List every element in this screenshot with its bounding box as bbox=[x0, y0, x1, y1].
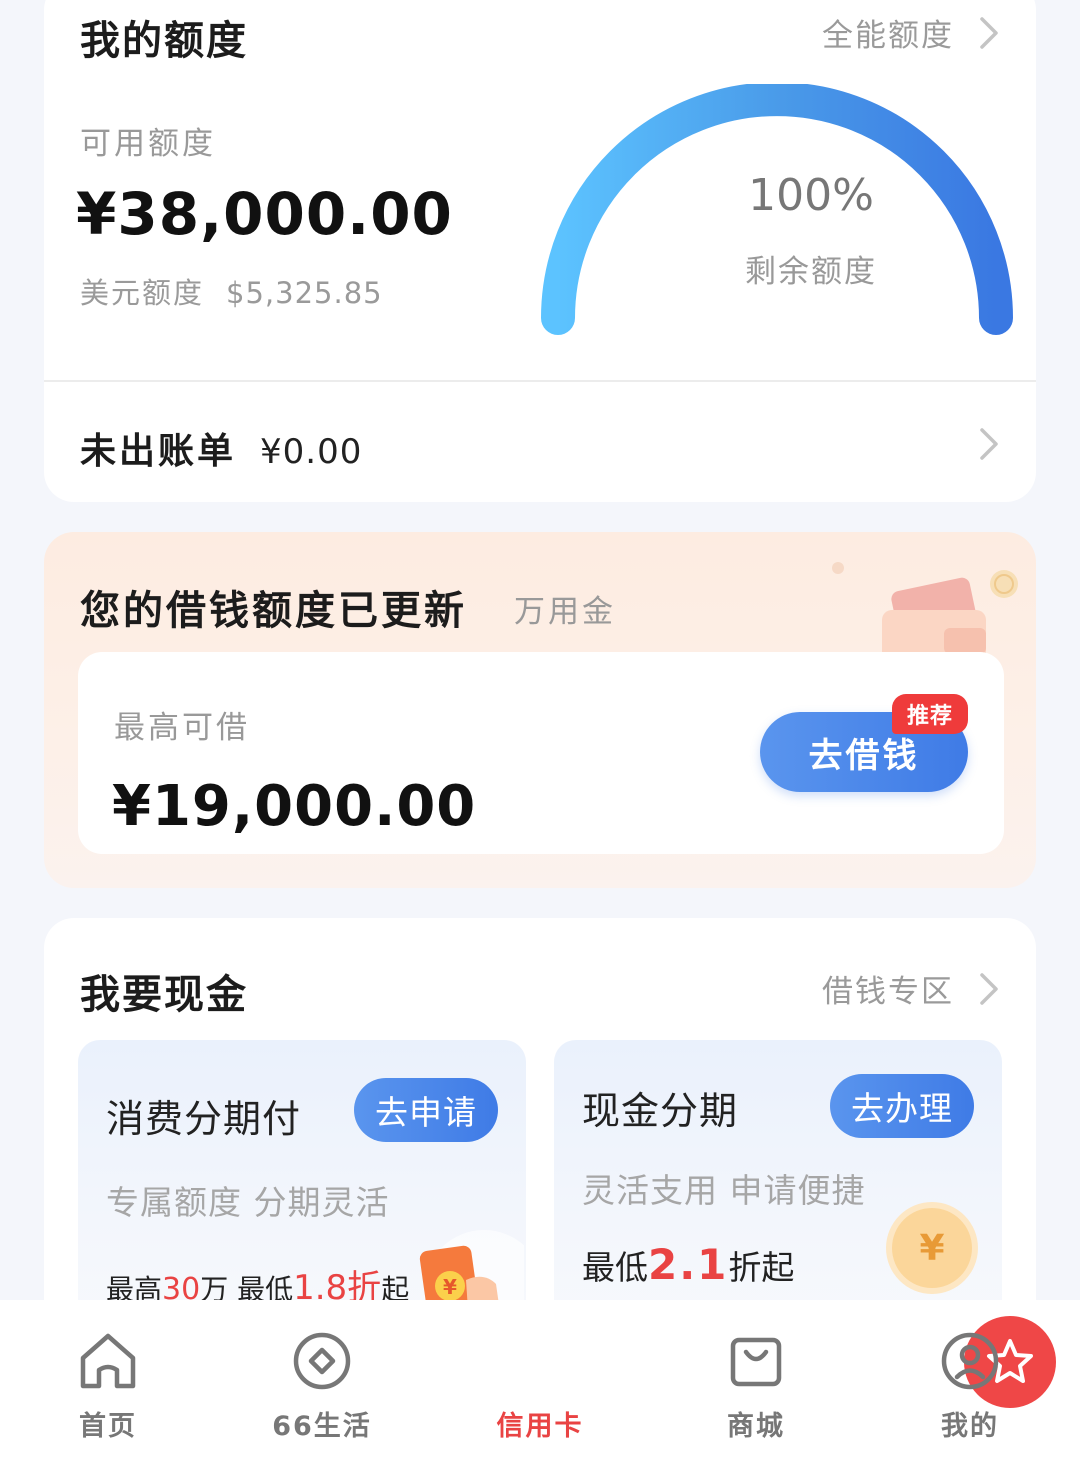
rate-min-discount: 2.1 bbox=[648, 1240, 729, 1289]
max-borrow-label: 最高可借 bbox=[114, 710, 250, 746]
profile-icon bbox=[941, 1332, 999, 1390]
tab-label: 首页 bbox=[79, 1411, 137, 1442]
coin-symbol: ¥ bbox=[919, 1227, 945, 1269]
installment-pay-tile[interactable]: 消费分期付 去申请 专属额度 分期灵活 最高30万 最低1.8折起 ¥ bbox=[78, 1040, 526, 1340]
tab-mine[interactable]: 我的 bbox=[900, 1328, 1040, 1443]
tab-label: 商城 bbox=[727, 1411, 785, 1442]
rate-suffix: 折起 bbox=[728, 1248, 795, 1287]
loan-limit-card: 您的借钱额度已更新 万用金 最高可借 ¥19,000.00 去借钱 推荐 bbox=[44, 532, 1036, 888]
my-limit-card: 我的额度 全能额度 可用额度 ¥38,000.00 美元额度 $5,325.85 … bbox=[44, 0, 1036, 502]
tab-mall[interactable]: 商城 bbox=[686, 1328, 826, 1443]
tab-label: 66生活 bbox=[272, 1411, 372, 1442]
gauge-label: 剩余额度 bbox=[745, 254, 877, 290]
gauge-percent: 100% bbox=[748, 170, 874, 221]
svg-text:¥: ¥ bbox=[443, 1275, 457, 1299]
diamond-circle-icon bbox=[293, 1332, 351, 1390]
chevron-right-icon bbox=[972, 13, 1006, 53]
cash-title: 我要现金 bbox=[80, 972, 248, 1018]
unbilled-amount: ¥0.00 bbox=[260, 432, 363, 472]
loan-product-name: 万用金 bbox=[514, 594, 616, 630]
borrow-zone-label: 借钱专区 bbox=[822, 974, 954, 1010]
tab-66-life[interactable]: 66生活 bbox=[252, 1328, 392, 1443]
usd-limit-amount: $5,325.85 bbox=[226, 276, 383, 310]
usd-limit-label: 美元额度 bbox=[80, 276, 205, 310]
cash-installment-tile[interactable]: 现金分期 去办理 灵活支用 申请便捷 最低2.1折起 ¥ bbox=[554, 1040, 1002, 1340]
borrow-zone-link[interactable]: 借钱专区 bbox=[822, 966, 1006, 1011]
handle-button[interactable]: 去办理 bbox=[830, 1074, 974, 1138]
cash-installment-desc: 灵活支用 申请便捷 bbox=[582, 1171, 866, 1210]
chevron-right-icon bbox=[972, 969, 1006, 1009]
available-limit-amount: ¥38,000.00 bbox=[76, 180, 453, 248]
available-limit-label: 可用额度 bbox=[80, 126, 216, 162]
usd-limit-row: 美元额度 $5,325.85 bbox=[80, 270, 383, 312]
loan-updated-title: 您的借钱额度已更新 bbox=[80, 588, 467, 634]
tab-label: 我的 bbox=[941, 1411, 999, 1442]
tab-credit-card[interactable]: 信用卡 bbox=[470, 1316, 1056, 1443]
unbilled-label: 未出账单 bbox=[80, 431, 237, 472]
recommend-badge: 推荐 bbox=[892, 694, 968, 734]
rate-prefix: 最低 bbox=[582, 1248, 648, 1287]
installment-pay-desc: 专属额度 分期灵活 bbox=[106, 1183, 390, 1222]
credit-card-page: 我的额度 全能额度 可用额度 ¥38,000.00 美元额度 $5,325.85 … bbox=[0, 0, 1080, 1461]
coin-icon: ¥ bbox=[892, 1208, 972, 1288]
installment-pay-title: 消费分期付 bbox=[106, 1097, 302, 1141]
chevron-right-icon[interactable] bbox=[972, 424, 1006, 464]
home-icon bbox=[80, 1333, 136, 1389]
unbilled-row[interactable]: 未出账单 ¥0.00 bbox=[80, 422, 362, 474]
divider bbox=[44, 380, 1036, 382]
shopping-bag-icon bbox=[730, 1337, 782, 1387]
apply-button[interactable]: 去申请 bbox=[354, 1078, 498, 1142]
cash-installment-title: 现金分期 bbox=[582, 1089, 739, 1133]
all-purpose-limit-label: 全能额度 bbox=[822, 18, 954, 54]
tab-label: 信用卡 bbox=[496, 1411, 584, 1442]
max-borrow-panel: 最高可借 ¥19,000.00 去借钱 推荐 bbox=[78, 652, 1004, 854]
cash-card: 我要现金 借钱专区 消费分期付 去申请 专属额度 分期灵活 最高30万 最低1.… bbox=[44, 918, 1036, 1340]
bottom-tab-bar: 首页 66生活 信用卡 商城 我的 bbox=[0, 1300, 1080, 1461]
all-purpose-limit-link[interactable]: 全能额度 bbox=[822, 10, 1006, 55]
cash-installment-rate: 最低2.1折起 bbox=[582, 1240, 794, 1289]
max-borrow-amount: ¥19,000.00 bbox=[112, 774, 477, 839]
tab-home[interactable]: 首页 bbox=[38, 1328, 178, 1443]
my-limit-title: 我的额度 bbox=[80, 18, 248, 64]
